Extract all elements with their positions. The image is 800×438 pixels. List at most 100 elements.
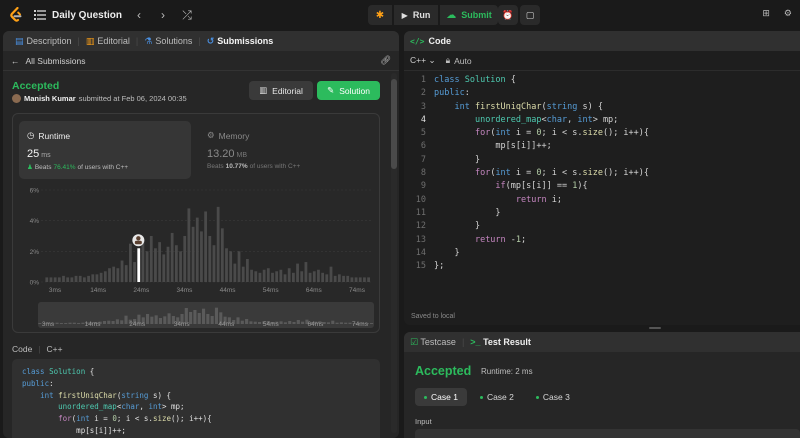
- mini-x-tick-label: 54ms: [263, 321, 280, 328]
- run-button[interactable]: ▶ Run: [394, 5, 438, 25]
- code-line[interactable]: 13 return -1;: [404, 234, 800, 247]
- shuffle-icon[interactable]: ⤮: [180, 8, 194, 23]
- code-language: C++: [46, 344, 63, 354]
- cloud-upload-icon: ☁: [446, 9, 457, 21]
- runtime-box[interactable]: ◷ Runtime 25 ms ♟ Beats 76.41% of users w…: [19, 121, 191, 179]
- mini-bar: [197, 313, 201, 324]
- tab-description[interactable]: ▤ Description: [9, 36, 78, 47]
- code-line[interactable]: 3 int firstUniqChar(string s) {: [404, 101, 800, 114]
- code-line[interactable]: 9 if(mp[s[i]] == 1){: [404, 180, 800, 193]
- mini-bar: [193, 310, 197, 324]
- tab-submissions[interactable]: ↺ Submissions: [201, 36, 280, 47]
- code-line[interactable]: 12 }: [404, 220, 800, 233]
- all-submissions-label: All Submissions: [25, 55, 86, 66]
- editorial-button[interactable]: ▥ Editorial: [249, 81, 313, 100]
- runtime-beats-prefix: Beats: [34, 163, 52, 171]
- mini-bar: [335, 322, 339, 324]
- distribution-bar: [62, 275, 65, 282]
- code-editor[interactable]: 1 class Solution {2 public: 3 int firstUniq…: [404, 74, 800, 299]
- code-line[interactable]: 7 }: [404, 154, 800, 167]
- problem-list-icon[interactable]: [34, 9, 46, 21]
- x-tick-label: 64ms: [306, 287, 323, 294]
- code-line[interactable]: 14 }: [404, 247, 800, 260]
- code-line[interactable]: 2 public:: [404, 87, 800, 100]
- settings-gear-icon[interactable]: ⚙: [784, 8, 792, 19]
- problem-title[interactable]: Daily Question: [52, 10, 122, 21]
- tab-test-result[interactable]: >_ Test Result: [470, 337, 531, 347]
- mini-bar: [145, 314, 150, 324]
- layout-icon[interactable]: ⊞: [762, 8, 770, 19]
- leetcode-logo-icon[interactable]: [9, 7, 23, 23]
- runtime-beats: ♟ Beats 76.41% of users with C++: [27, 163, 128, 172]
- distribution-bar: [191, 226, 195, 282]
- run-label: Run: [412, 10, 431, 20]
- runtime-range-slider[interactable]: 3ms 14ms 24ms 34ms 44ms 54ms 64ms 74ms: [38, 302, 374, 328]
- case-tab-1[interactable]: Case 1: [415, 388, 467, 406]
- auto-mode-toggle[interactable]: 🔒︎ Auto: [446, 55, 472, 66]
- mini-bar: [240, 320, 244, 324]
- submitted-code-block[interactable]: class Solution { public: int firstUniqCh…: [12, 359, 380, 438]
- tab-solutions[interactable]: ⚗ Solutions: [138, 36, 198, 47]
- flask-icon: ⚗: [144, 35, 153, 46]
- selected-runtime-bar: [137, 248, 141, 282]
- user-avatar[interactable]: [12, 94, 21, 103]
- distribution-bar: [296, 263, 299, 282]
- distribution-bar: [229, 251, 233, 282]
- resize-grip[interactable]: [649, 327, 661, 329]
- left-panel-scrollbar[interactable]: [391, 73, 397, 433]
- distribution-bar: [174, 245, 178, 282]
- all-submissions-link[interactable]: ← All Submissions: [11, 56, 86, 66]
- line-number: 13: [415, 234, 426, 245]
- input-value-box[interactable]: [415, 429, 800, 438]
- username[interactable]: Manish Kumar: [24, 94, 76, 103]
- mini-bar: [59, 323, 63, 324]
- code-line[interactable]: 1 class Solution {: [404, 74, 800, 87]
- share-link-icon[interactable]: 🔗︎: [380, 55, 391, 66]
- mini-bar: [64, 323, 68, 324]
- scrollbar-thumb[interactable]: [391, 79, 397, 169]
- language-select[interactable]: C++ ⌄: [410, 55, 436, 66]
- mini-x-tick-label: 64ms: [307, 321, 324, 328]
- case-tab-2[interactable]: Case 2: [471, 388, 523, 406]
- case-tabs: Case 1 Case 2 Case 3: [415, 388, 579, 406]
- notes-button[interactable]: ▢: [520, 5, 540, 25]
- runtime-distribution-chart[interactable]: 0% 2% 4% 6% 3ms 14ms 24ms 34ms 44ms 54ms 64ms 74ms: [17, 184, 377, 302]
- tab-editorial[interactable]: ▥ Editorial: [80, 36, 136, 47]
- solution-button[interactable]: ✎ Solution: [317, 81, 380, 100]
- x-tick-label: 14ms: [90, 287, 107, 294]
- distribution-bar: [342, 275, 345, 282]
- code-line[interactable]: 11 }: [404, 207, 800, 220]
- editorial-button-label: Editorial: [272, 85, 303, 96]
- code-header: Code | C++: [12, 344, 63, 354]
- line-code: int firstUniqChar(string s) {: [454, 101, 603, 112]
- memory-title-label: Memory: [218, 130, 250, 141]
- code-line[interactable]: 5 for(int i = 0; i < s.size(); i++){: [404, 127, 800, 140]
- mini-bar: [283, 322, 287, 324]
- mini-bar: [292, 322, 296, 324]
- submit-button[interactable]: ☁ Submit: [440, 5, 498, 25]
- code-line[interactable]: 10 return i;: [404, 194, 800, 207]
- mini-bar: [111, 321, 115, 324]
- solution-button-label: Solution: [339, 85, 370, 96]
- code-line[interactable]: 8 for(int i = 0; i < s.size(); i++){: [404, 167, 800, 180]
- distribution-bar: [250, 269, 253, 282]
- mini-x-tick-label: 34ms: [174, 321, 191, 328]
- chip-icon: ⚙: [207, 130, 215, 140]
- test-panel-header: ☑ Testcase | >_ Test Result: [404, 332, 800, 352]
- debug-button[interactable]: ✱: [368, 5, 392, 25]
- next-problem-icon[interactable]: ›: [156, 8, 170, 22]
- code-line[interactable]: 6 mp[s[i]]++;: [404, 140, 800, 153]
- distribution-bar: [187, 208, 191, 282]
- prev-problem-icon[interactable]: ‹: [132, 8, 146, 22]
- tab-testcase[interactable]: ☑ Testcase: [410, 337, 456, 348]
- case-tab-3[interactable]: Case 3: [527, 388, 579, 406]
- memory-box[interactable]: ⚙ Memory 13.20 MB Beats 10.77% of users w…: [199, 121, 375, 179]
- line-code: return -1;: [474, 234, 527, 245]
- play-icon: ▶: [401, 10, 408, 20]
- code-line[interactable]: 4 unordered_map<char, int> mp;: [404, 114, 800, 127]
- distribution-bar: [70, 277, 74, 282]
- panel-resize-handle[interactable]: [404, 326, 800, 330]
- avatar-head-icon: [136, 236, 141, 241]
- timer-button[interactable]: ⏰: [498, 5, 518, 25]
- code-line[interactable]: 15};: [404, 260, 800, 273]
